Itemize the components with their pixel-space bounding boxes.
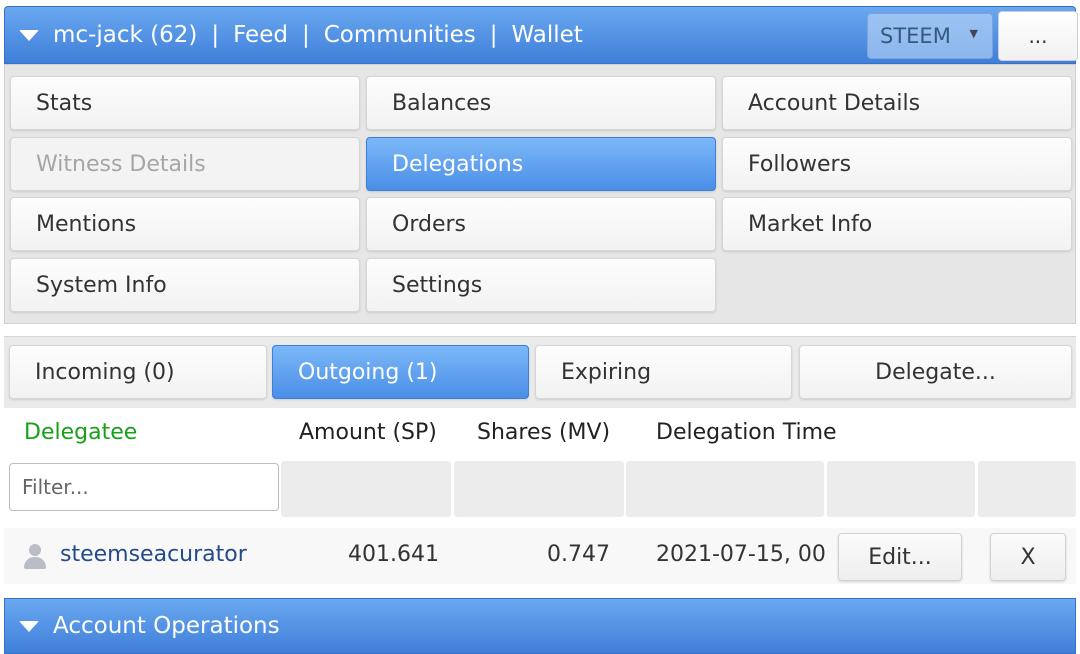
user-icon bbox=[22, 544, 48, 570]
tab-expiring[interactable]: Expiring bbox=[535, 345, 792, 399]
dropdown-arrow-icon: ▼ bbox=[969, 27, 978, 40]
table-header: Delegatee Amount (SP) Shares (MV) Delega… bbox=[4, 410, 1076, 456]
filter-cell bbox=[626, 461, 824, 517]
collapse-triangle-icon[interactable] bbox=[19, 29, 39, 41]
account-menu: Stats Balances Account Details Witness D… bbox=[4, 64, 1076, 324]
more-button[interactable]: ... bbox=[998, 11, 1078, 61]
delegation-time-value: 2021-07-15, 00: bbox=[656, 542, 826, 567]
nav-communities[interactable]: Communities bbox=[324, 22, 476, 48]
menu-settings[interactable]: Settings bbox=[366, 258, 716, 312]
menu-account-details[interactable]: Account Details bbox=[722, 76, 1072, 130]
section-title: Account Operations bbox=[53, 613, 280, 639]
menu-orders[interactable]: Orders bbox=[366, 197, 716, 251]
filter-cell bbox=[454, 461, 624, 517]
tab-outgoing[interactable]: Outgoing (1) bbox=[272, 345, 529, 399]
menu-mentions[interactable]: Mentions bbox=[10, 197, 360, 251]
menu-stats[interactable]: Stats bbox=[10, 76, 360, 130]
nav-feed[interactable]: Feed bbox=[233, 22, 288, 48]
filter-cell bbox=[281, 461, 451, 517]
nav-separator: | bbox=[301, 22, 310, 48]
filter-row bbox=[4, 457, 1076, 519]
menu-delegations[interactable]: Delegations bbox=[366, 137, 716, 191]
shares-value: 0.747 bbox=[547, 542, 610, 567]
account-link[interactable]: mc-jack (62) bbox=[53, 22, 197, 48]
menu-witness-details: Witness Details bbox=[10, 137, 360, 191]
chain-select[interactable]: STEEM ▼ bbox=[867, 13, 993, 59]
menu-balances[interactable]: Balances bbox=[366, 76, 716, 130]
menu-system-info[interactable]: System Info bbox=[10, 258, 360, 312]
col-shares[interactable]: Shares (MV) bbox=[477, 420, 610, 445]
top-header-bar: mc-jack (62) | Feed | Communities | Wall… bbox=[4, 6, 1078, 64]
delegate-button[interactable]: Delegate... bbox=[799, 345, 1072, 399]
filter-cell bbox=[827, 461, 975, 517]
amount-value: 401.641 bbox=[348, 542, 439, 567]
edit-delegation-button[interactable]: Edit... bbox=[838, 533, 962, 581]
col-delegatee[interactable]: Delegatee bbox=[24, 420, 137, 445]
tab-incoming[interactable]: Incoming (0) bbox=[9, 345, 267, 399]
col-delegation-time[interactable]: Delegation Time bbox=[656, 420, 837, 445]
remove-delegation-button[interactable]: X bbox=[990, 533, 1066, 581]
account-operations-bar[interactable]: Account Operations bbox=[4, 598, 1076, 654]
filter-cell bbox=[978, 461, 1076, 517]
chain-select-value: STEEM bbox=[880, 24, 951, 48]
col-amount[interactable]: Amount (SP) bbox=[299, 420, 437, 445]
collapse-triangle-icon bbox=[19, 620, 39, 632]
menu-followers[interactable]: Followers bbox=[722, 137, 1072, 191]
delegatee-filter-input[interactable] bbox=[9, 463, 279, 511]
top-nav: mc-jack (62) | Feed | Communities | Wall… bbox=[53, 22, 583, 48]
table-row: steemseacurator 401.641 0.747 2021-07-15… bbox=[4, 528, 1076, 584]
nav-wallet[interactable]: Wallet bbox=[511, 22, 582, 48]
nav-separator: | bbox=[489, 22, 498, 48]
menu-market-info[interactable]: Market Info bbox=[722, 197, 1072, 251]
nav-separator: | bbox=[211, 22, 220, 48]
delegation-tabs: Incoming (0) Outgoing (1) Expiring Deleg… bbox=[4, 336, 1076, 408]
delegatee-link[interactable]: steemseacurator bbox=[60, 542, 247, 567]
